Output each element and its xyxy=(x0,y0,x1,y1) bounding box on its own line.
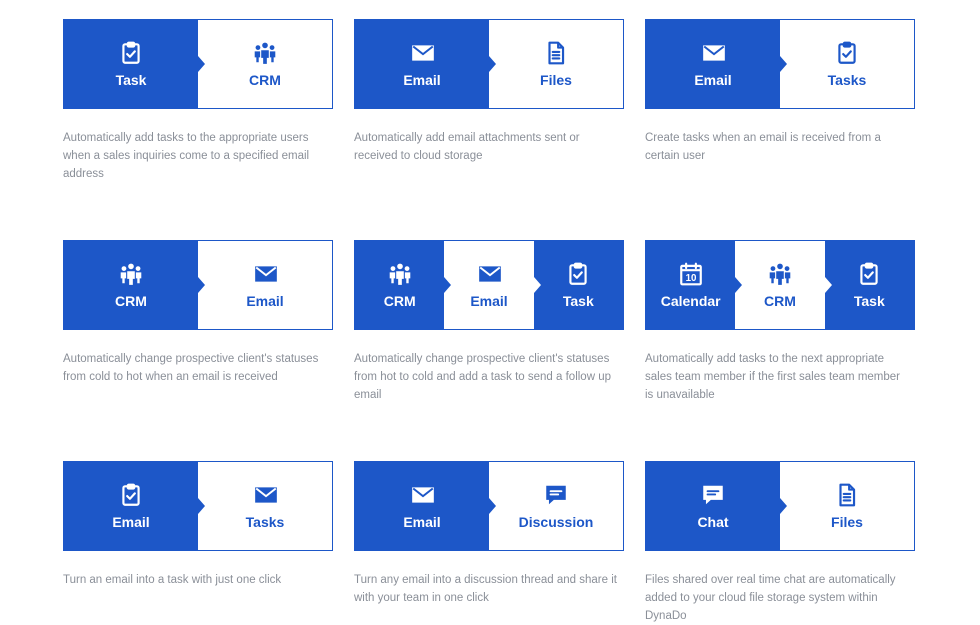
segment-task: Task xyxy=(824,241,914,329)
segment-files: Files xyxy=(780,462,914,550)
segment-label: Tasks xyxy=(827,72,867,88)
envelope-icon xyxy=(700,40,726,66)
segment-label: Email xyxy=(112,514,150,530)
integration-banner[interactable]: CRM Email xyxy=(63,240,333,330)
integration-card[interactable]: CRM Email Task Automatically change pros… xyxy=(354,240,624,404)
segment-label: Email xyxy=(403,72,441,88)
integration-card[interactable]: Email Tasks Create tasks when an email i… xyxy=(645,19,915,165)
segment-crm: CRM xyxy=(64,241,198,329)
people-group-icon xyxy=(118,261,144,287)
integration-banner[interactable]: Task CRM xyxy=(63,19,333,109)
segment-crm: CRM xyxy=(735,241,825,329)
integration-description: Files shared over real time chat are aut… xyxy=(645,574,896,622)
segment-tasks: Tasks xyxy=(780,20,914,108)
envelope-icon xyxy=(252,261,278,287)
clipboard-check-icon xyxy=(565,261,591,287)
integration-description: Turn any email into a discussion thread … xyxy=(354,574,617,604)
segment-label: Discussion xyxy=(518,514,594,530)
integration-banner[interactable]: Email Files xyxy=(354,19,624,109)
integration-card[interactable]: Chat Files Files shared over real time c… xyxy=(645,461,915,625)
document-icon xyxy=(834,482,860,508)
segment-label: Tasks xyxy=(245,514,285,530)
segment-label: Email xyxy=(694,72,732,88)
segment-label: Files xyxy=(831,514,863,530)
segment-email: Email xyxy=(355,20,489,108)
integration-card[interactable]: Email Discussion Turn any email into a d… xyxy=(354,461,624,607)
segment-crm: CRM xyxy=(198,20,332,108)
calendar-icon: 10 xyxy=(678,261,704,287)
people-group-icon xyxy=(252,40,278,66)
integration-description: Automatically add tasks to the appropria… xyxy=(63,132,310,180)
integration-banner[interactable]: Chat Files xyxy=(645,461,915,551)
integration-card[interactable]: 10 Calendar CRM Task Automatically add t… xyxy=(645,240,915,404)
segment-label: CRM xyxy=(383,293,416,309)
people-group-icon xyxy=(387,261,413,287)
clipboard-check-icon xyxy=(118,482,144,508)
segment-label: Email xyxy=(403,514,441,530)
segment-email: Email xyxy=(355,462,489,550)
segment-label: Calendar xyxy=(660,293,721,309)
integration-card[interactable]: Task CRM Automatically add tasks to the … xyxy=(63,19,333,183)
integration-description: Turn an email into a task with just one … xyxy=(63,574,282,586)
integration-description: Create tasks when an email is received f… xyxy=(645,132,881,162)
segment-label: CRM xyxy=(249,72,281,88)
integration-banner[interactable]: 10 Calendar CRM Task xyxy=(645,240,915,330)
segment-files: Files xyxy=(489,20,623,108)
chat-bubble-icon xyxy=(700,482,726,508)
segment-calendar: 10 Calendar xyxy=(646,241,736,329)
segment-label: Email xyxy=(470,293,508,309)
segment-email: Email xyxy=(198,241,332,329)
integration-description: Automatically add tasks to the next appr… xyxy=(645,353,900,401)
integration-description: Automatically add email attachments sent… xyxy=(354,132,580,162)
integration-description: Automatically change prospective client'… xyxy=(354,353,611,401)
document-icon xyxy=(543,40,569,66)
envelope-icon xyxy=(476,261,502,287)
integration-banner[interactable]: CRM Email Task xyxy=(354,240,624,330)
integration-card[interactable]: Email Files Automatically add email atta… xyxy=(354,19,624,165)
envelope-icon xyxy=(409,482,435,508)
segment-discussion: Discussion xyxy=(489,462,623,550)
envelope-icon xyxy=(409,40,435,66)
clipboard-check-icon xyxy=(118,40,144,66)
people-group-icon xyxy=(767,261,793,287)
envelope-icon xyxy=(252,482,278,508)
segment-label: Task xyxy=(562,293,594,309)
integration-card[interactable]: CRM Email Automatically change prospecti… xyxy=(63,240,333,386)
clipboard-check-icon xyxy=(856,261,882,287)
segment-email: Email xyxy=(64,462,198,550)
integration-card[interactable]: Email Tasks Turn an email into a task wi… xyxy=(63,461,333,589)
clipboard-check-icon xyxy=(834,40,860,66)
segment-label: Task xyxy=(115,72,147,88)
segment-crm: CRM xyxy=(355,241,445,329)
integration-grid: Task CRM Automatically add tasks to the … xyxy=(0,0,980,625)
segment-email: Email xyxy=(646,20,780,108)
integration-description: Automatically change prospective client'… xyxy=(63,353,319,383)
segment-label: Files xyxy=(540,72,572,88)
segment-label: Email xyxy=(246,293,284,309)
segment-label: CRM xyxy=(115,293,147,309)
integration-banner[interactable]: Email Tasks xyxy=(63,461,333,551)
segment-label: CRM xyxy=(764,293,796,309)
segment-label: Chat xyxy=(697,514,729,530)
segment-email: Email xyxy=(444,241,534,329)
segment-chat: Chat xyxy=(646,462,780,550)
chat-bubble-icon xyxy=(543,482,569,508)
segment-task: Task xyxy=(533,241,623,329)
integration-banner[interactable]: Email Discussion xyxy=(354,461,624,551)
integration-banner[interactable]: Email Tasks xyxy=(645,19,915,109)
segment-task: Task xyxy=(64,20,198,108)
segment-label: Task xyxy=(853,293,885,309)
svg-text:10: 10 xyxy=(685,273,696,284)
segment-tasks: Tasks xyxy=(198,462,332,550)
